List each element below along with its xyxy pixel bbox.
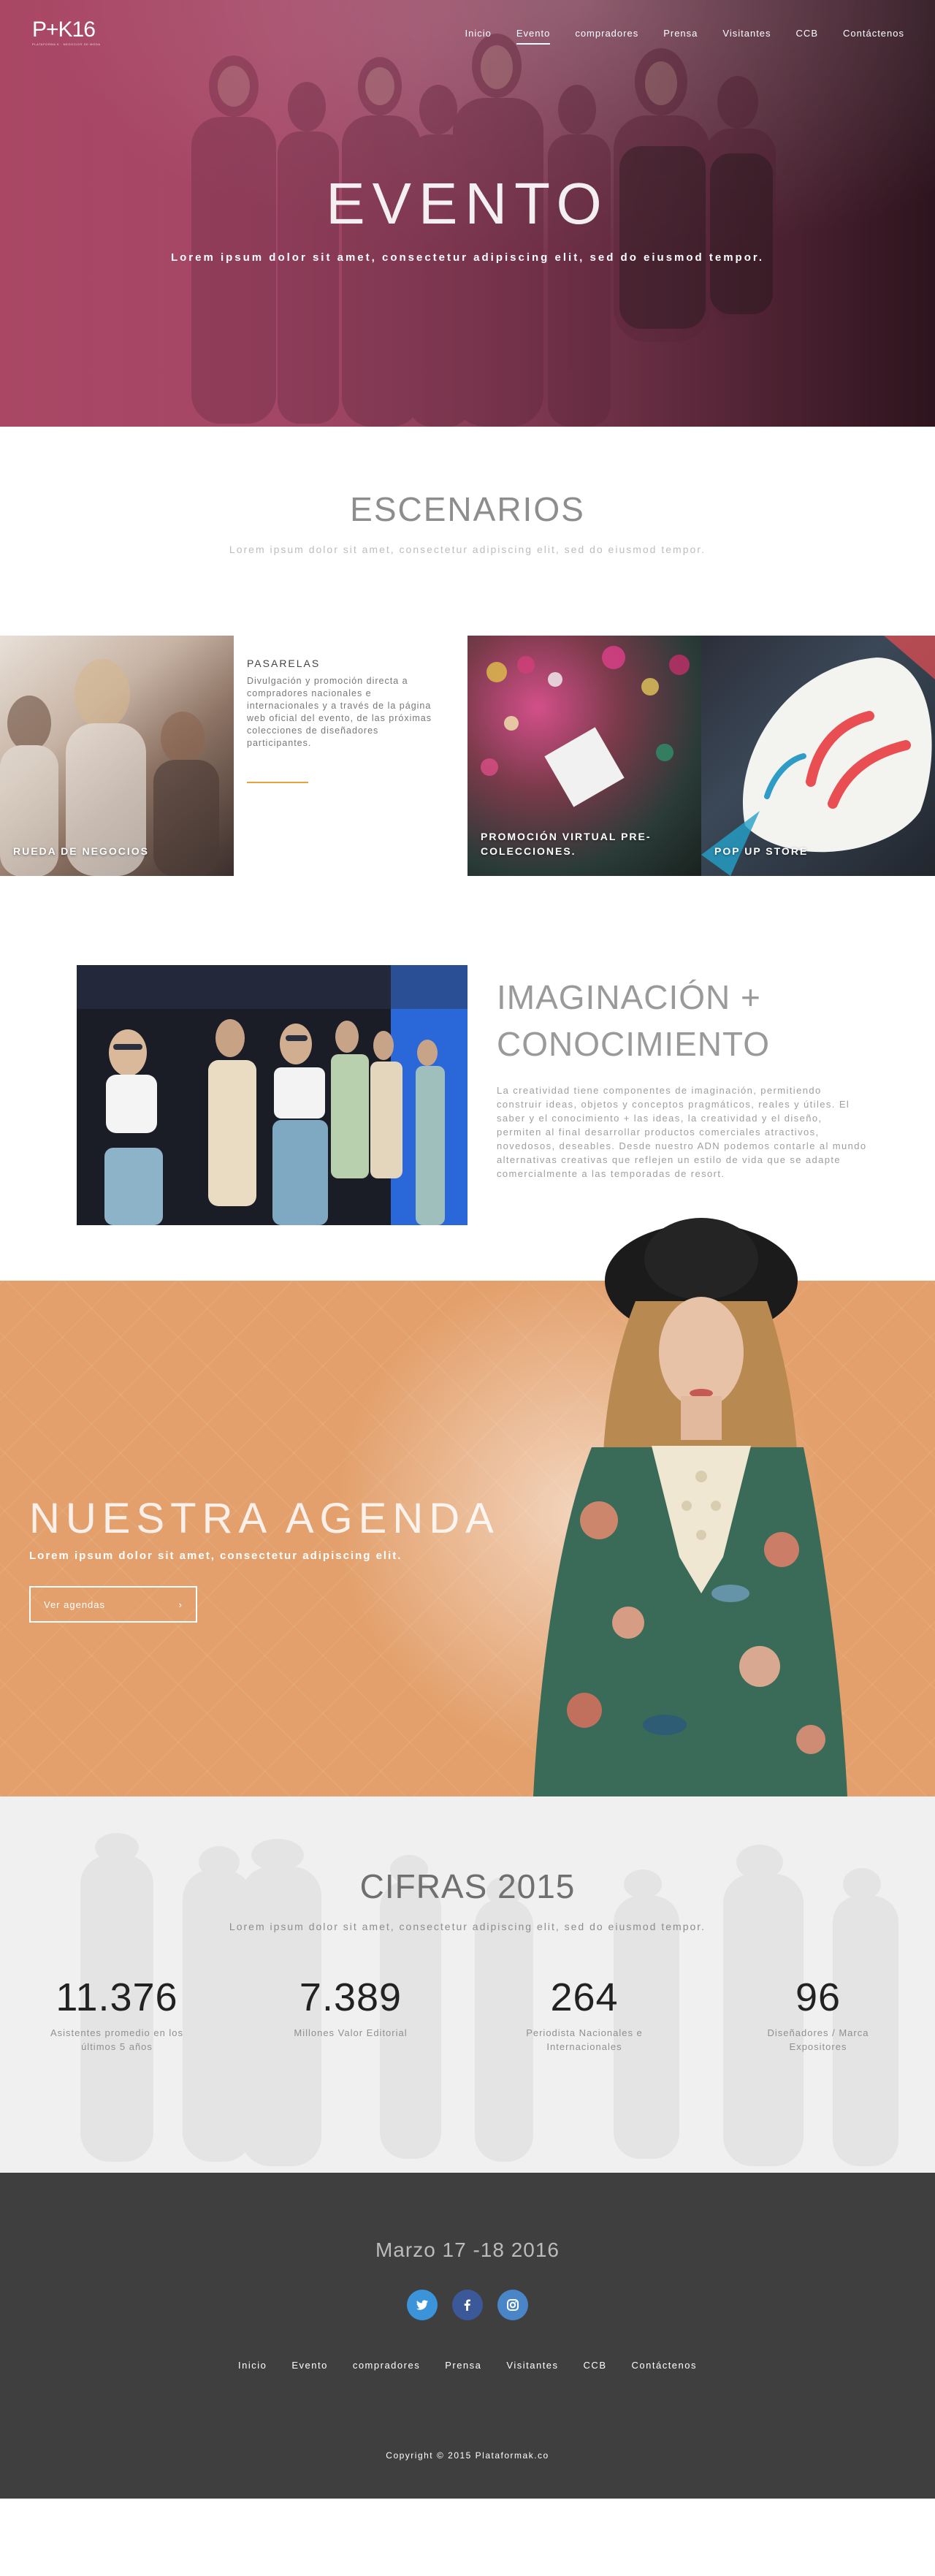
tile-pop-up-store[interactable]: POP UP STORE — [701, 636, 935, 876]
stat-item: 264 Periodista Nacionales e Internaciona… — [468, 1975, 701, 2054]
event-date: Marzo 17 -18 2016 — [375, 2238, 560, 2261]
stat-item: 11.376 Asistentes promedio en los último… — [0, 1975, 234, 2054]
chevron-right-icon: › — [178, 1598, 183, 1610]
tile-rueda-de-negocios[interactable]: RUEDA DE NEGOCIOS — [0, 636, 234, 876]
stat-value: 11.376 — [56, 1975, 178, 2019]
footer-link-prensa[interactable]: Prensa — [445, 2360, 481, 2371]
escenarios-tiles: RUEDA DE NEGOCIOS PASARELAS Divulgación … — [0, 636, 935, 876]
logo-tagline: PLATAFORMA K · NEGOCIOS DE MODA — [32, 42, 101, 46]
pasarelas-description: Divulgación y promoción directa a compra… — [247, 676, 432, 748]
nav-item-evento[interactable]: Evento — [516, 28, 551, 45]
stat-label: Periodista Nacionales e Internacionales — [526, 2027, 643, 2052]
agenda-section: NUESTRA AGENDA Lorem ipsum dolor sit ame… — [0, 1218, 935, 1796]
hero-title: EVENTO — [326, 171, 609, 236]
top-navigation: P+K16 PLATAFORMA K · NEGOCIOS DE MODA In… — [0, 0, 935, 70]
nav-item-ccb[interactable]: CCB — [796, 28, 818, 45]
footer-link-visitantes[interactable]: Visitantes — [506, 2360, 558, 2371]
imaginacion-text: La creatividad tiene componentes de imag… — [497, 1085, 867, 1179]
hero-subtitle: Lorem ipsum dolor sit amet, consectetur … — [170, 251, 765, 264]
logo[interactable]: P+K16 PLATAFORMA K · NEGOCIOS DE MODA — [32, 18, 105, 47]
main-menu: Inicio Evento compradores Prensa Visitan… — [440, 28, 904, 45]
pasarelas-title: PASARELAS — [247, 658, 321, 669]
instagram-icon — [507, 2299, 519, 2311]
ver-agendas-label: Ver agendas — [44, 1598, 106, 1610]
hero-section: P+K16 PLATAFORMA K · NEGOCIOS DE MODA In… — [0, 0, 935, 427]
agenda-model-photo — [482, 1213, 862, 1796]
copyright: Copyright © 2015 Plataformak.co — [386, 2450, 549, 2461]
nav-item-contactenos[interactable]: Contáctenos — [843, 28, 904, 45]
cifras-title: CIFRAS 2015 — [359, 1867, 576, 1905]
logo-text: P+K16 — [32, 18, 96, 42]
runway-photo — [77, 965, 468, 1225]
instagram-button[interactable] — [497, 2290, 528, 2320]
stat-label: Millones Valor Editorial — [294, 2027, 408, 2038]
stat-value: 264 — [550, 1975, 619, 2019]
agenda-title: NUESTRA AGENDA — [29, 1495, 500, 1542]
tile-label: POP UP STORE — [714, 845, 809, 857]
tile-label: PROMOCIÓN VIRTUAL PRE-COLECCIONES. — [481, 831, 652, 857]
nav-item-compradores[interactable]: compradores — [575, 28, 638, 45]
social-links — [0, 2290, 935, 2320]
escenarios-subtitle: Lorem ipsum dolor sit amet, consectetur … — [229, 544, 706, 555]
cifras-section: CIFRAS 2015 Lorem ipsum dolor sit amet, … — [0, 1796, 935, 2173]
agenda-subtitle: Lorem ipsum dolor sit amet, consectetur … — [29, 1550, 402, 1562]
stats-row: 11.376 Asistentes promedio en los último… — [0, 1975, 935, 2054]
footer-menu: Inicio Evento compradores Prensa Visitan… — [0, 2360, 935, 2371]
nav-item-prensa[interactable]: Prensa — [663, 28, 698, 45]
cifras-subtitle: Lorem ipsum dolor sit amet, consectetur … — [229, 1921, 706, 1932]
escenarios-section: ESCENARIOS Lorem ipsum dolor sit amet, c… — [0, 427, 935, 636]
popup-store-photo — [701, 636, 935, 876]
ver-agendas-button[interactable]: Ver agendas › — [29, 1586, 197, 1623]
stat-item: 96 Diseñadores / Marca Expositores — [701, 1975, 935, 2054]
footer-link-inicio[interactable]: Inicio — [238, 2360, 267, 2371]
facebook-icon — [464, 2299, 470, 2311]
footer-link-evento[interactable]: Evento — [291, 2360, 327, 2371]
twitter-icon — [416, 2300, 428, 2310]
footer: Marzo 17 -18 2016 Inicio Evento comprado… — [0, 2173, 935, 2499]
twitter-button[interactable] — [407, 2290, 438, 2320]
facebook-button[interactable] — [452, 2290, 483, 2320]
tile-promocion-virtual[interactable]: PROMOCIÓN VIRTUAL PRE-COLECCIONES. — [468, 636, 701, 876]
stat-value: 7.389 — [299, 1975, 402, 2019]
nav-item-inicio[interactable]: Inicio — [465, 28, 491, 45]
footer-link-compradores[interactable]: compradores — [353, 2360, 420, 2371]
rueda-photo — [0, 659, 219, 876]
stat-item: 7.389 Millones Valor Editorial — [234, 1975, 468, 2054]
escenarios-title: ESCENARIOS — [350, 490, 585, 528]
stat-label: Diseñadores / Marca Expositores — [767, 2027, 869, 2052]
stat-label: Asistentes promedio en los últimos 5 año… — [50, 2027, 184, 2052]
footer-link-contactenos[interactable]: Contáctenos — [632, 2360, 698, 2371]
accent-underline — [247, 782, 308, 783]
tile-pasarelas[interactable]: PASARELAS Divulgación y promoción direct… — [234, 636, 468, 876]
tile-label: RUEDA DE NEGOCIOS — [13, 845, 149, 857]
stat-value: 96 — [795, 1975, 842, 2019]
footer-link-ccb[interactable]: CCB — [584, 2360, 607, 2371]
nav-item-visitantes[interactable]: Visitantes — [722, 28, 771, 45]
imaginacion-title: IMAGINACIÓN + CONOCIMIENTO — [497, 978, 771, 1063]
